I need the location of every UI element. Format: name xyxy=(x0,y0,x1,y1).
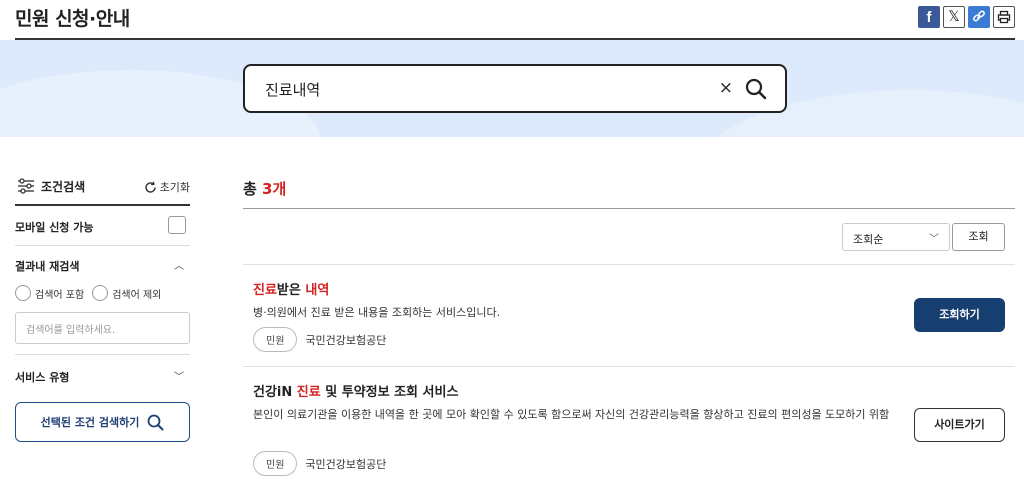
sort-select[interactable]: 조회순 ﹀ xyxy=(842,223,950,251)
results-total-prefix: 총 xyxy=(243,180,263,198)
refine-search-label: 결과내 재검색 xyxy=(15,260,80,273)
facebook-icon[interactable]: f xyxy=(918,6,940,28)
filter-title: 조건검색 xyxy=(41,180,86,194)
refine-radio-group: 검색어 포함 검색어 제외 xyxy=(15,280,190,306)
search-icon[interactable] xyxy=(745,78,767,104)
radio-exclude-option[interactable]: 검색어 제외 xyxy=(92,285,161,301)
result-title[interactable]: 진료받은 내역 xyxy=(253,279,329,298)
sort-bar: 조회순 ﹀ 조회 xyxy=(243,209,1015,265)
results-panel: 총 3개 조회순 ﹀ 조회 진료받은 내역 병·의원에서 진료 받은 내용을 조… xyxy=(243,170,1015,488)
results-count: 3개 xyxy=(262,180,287,198)
title-highlight: 내역 xyxy=(305,283,330,298)
reset-button[interactable]: 초기화 xyxy=(144,179,190,195)
service-type-label: 서비스 유형 xyxy=(15,371,70,384)
category-badge: 민원 xyxy=(253,327,298,352)
service-type-section[interactable]: 서비스 유형 ﹀ xyxy=(15,354,190,394)
search-icon xyxy=(147,414,164,430)
sort-selected-value: 조회순 xyxy=(853,233,884,246)
mobile-available-label: 모바일 신청 가능 xyxy=(15,221,94,234)
result-item: 건강iN 진료 및 투약정보 조회 서비스 본인이 의료기관을 이용한 내역을 … xyxy=(243,367,1015,488)
page-title: 민원 신청·안내 xyxy=(15,8,130,30)
radio-exclude[interactable] xyxy=(92,285,109,301)
result-title[interactable]: 건강iN 진료 및 투약정보 조회 서비스 xyxy=(253,381,458,400)
result-meta: 민원 국민건강보험공단 xyxy=(253,451,386,476)
keyword-input[interactable]: 검색어를 입력하세요. xyxy=(15,312,190,344)
clear-icon[interactable]: × xyxy=(719,78,733,98)
search-selected-label: 선택된 조건 검색하기 xyxy=(40,416,140,429)
filter-header: 조건검색 초기화 xyxy=(15,170,190,206)
search-input-value: 진료내역 xyxy=(265,81,321,99)
x-twitter-icon[interactable]: 𝕏 xyxy=(943,6,965,28)
visit-site-button[interactable]: 사이트가기 xyxy=(914,408,1005,442)
reset-label: 초기화 xyxy=(159,181,190,194)
title-text: 건강iN xyxy=(253,385,297,400)
title-highlight: 진료 xyxy=(253,283,277,298)
title-text: 받은 xyxy=(276,283,306,298)
inquiry-button[interactable]: 조회하기 xyxy=(914,298,1005,332)
page-header: 민원 신청·안내 f 𝕏 xyxy=(15,0,1015,40)
filter-sidebar: 조건검색 초기화 모바일 신청 가능 결과내 재검색 ︿ 검색어 포함 검색어 … xyxy=(15,170,190,442)
organization-name: 국민건강보험공단 xyxy=(305,457,387,471)
radio-include-label: 검색어 포함 xyxy=(35,289,85,301)
result-meta: 민원 국민건강보험공단 xyxy=(253,327,386,352)
search-input[interactable]: 진료내역 × xyxy=(243,64,787,113)
chevron-down-icon: ﹀ xyxy=(929,234,939,245)
title-highlight: 진료 xyxy=(296,385,321,400)
search-banner: 진료내역 × xyxy=(0,40,1024,137)
link-icon[interactable] xyxy=(968,6,990,28)
mobile-available-filter: 모바일 신청 가능 xyxy=(15,206,190,246)
result-description: 본인이 의료기관을 이용한 내역을 한 곳에 모아 확인할 수 있도록 함으로써… xyxy=(253,408,890,421)
refresh-icon xyxy=(144,181,156,193)
chevron-up-icon[interactable]: ︿ xyxy=(174,257,184,272)
search-selected-button[interactable]: 선택된 조건 검색하기 xyxy=(15,402,190,442)
result-description: 병·의원에서 진료 받은 내용을 조회하는 서비스입니다. xyxy=(253,306,501,319)
result-item: 진료받은 내역 병·의원에서 진료 받은 내용을 조회하는 서비스입니다. 민원… xyxy=(243,265,1015,367)
print-icon[interactable] xyxy=(993,6,1015,28)
category-badge: 민원 xyxy=(253,451,298,476)
title-text: 및 투약정보 조회 서비스 xyxy=(320,385,459,400)
mobile-available-checkbox[interactable] xyxy=(168,216,186,234)
refine-search-section[interactable]: 결과내 재검색 ︿ xyxy=(15,246,190,280)
radio-include[interactable] xyxy=(15,285,31,301)
organization-name: 국민건강보험공단 xyxy=(305,333,387,347)
results-header: 총 3개 xyxy=(243,170,1015,209)
radio-include-option[interactable]: 검색어 포함 xyxy=(15,285,84,301)
radio-exclude-label: 검색어 제외 xyxy=(112,289,162,301)
sort-apply-button[interactable]: 조회 xyxy=(952,223,1005,251)
results-total: 총 3개 xyxy=(243,178,286,199)
filter-icon xyxy=(17,178,35,198)
chevron-down-icon[interactable]: ﹀ xyxy=(174,368,184,383)
share-toolbar: f 𝕏 xyxy=(918,6,1015,28)
